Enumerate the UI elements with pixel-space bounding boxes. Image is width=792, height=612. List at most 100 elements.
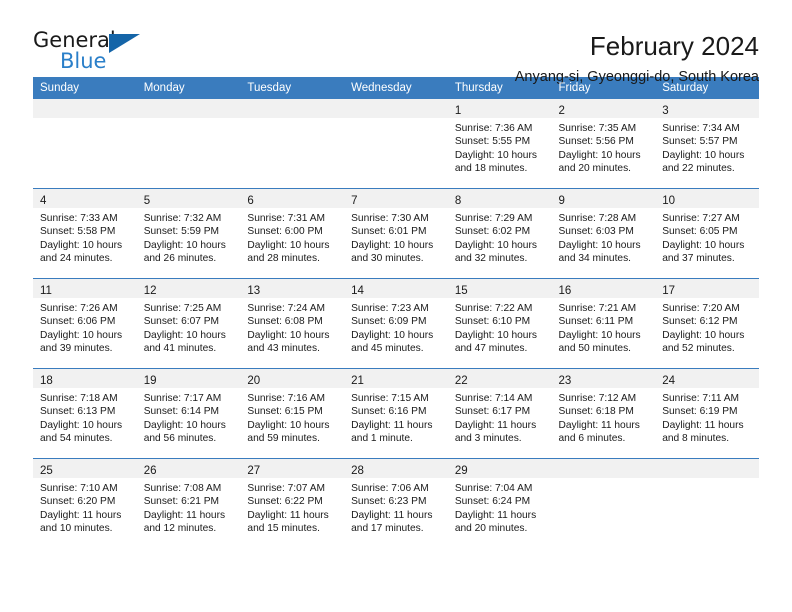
- calendar-day-cell[interactable]: 28 Sunrise: 7:06 AM Sunset: 6:23 PM Dayligh…: [344, 458, 448, 548]
- calendar-day-cell[interactable]: 18 Sunrise: 7:18 AM Sunset: 6:13 PM Dayligh…: [33, 368, 137, 459]
- day-details: Sunrise: 7:06 AM Sunset: 6:23 PM Daylight:…: [344, 478, 448, 536]
- sunrise-time: Sunrise: 7:24 AM: [247, 303, 325, 314]
- sunset-time: Sunset: 6:06 PM: [40, 316, 116, 328]
- calendar-page: General Blue February 2024 Anyang-si, Gy…: [0, 0, 792, 612]
- daylight-duration-line2: and 50 minutes.: [558, 343, 632, 355]
- page-title: February 2024: [589, 31, 759, 61]
- calendar-day-cell[interactable]: 7 Sunrise: 7:30 AM Sunset: 6:01 PM Daylight…: [344, 188, 448, 279]
- day-number: 7: [351, 195, 358, 207]
- brand-logo[interactable]: General Blue: [33, 30, 148, 78]
- daylight-duration-line2: and 54 minutes.: [40, 433, 113, 445]
- daylight-duration-line2: and 47 minutes.: [454, 343, 528, 355]
- calendar-day-cell[interactable]: 13 Sunrise: 7:24 AM Sunset: 6:08 PM Dayligh…: [240, 278, 345, 369]
- day-number: 12: [143, 285, 157, 297]
- calendar-day-cell[interactable]: 22 Sunrise: 7:14 AM Sunset: 6:17 PM Dayligh…: [447, 368, 552, 459]
- sunrise-time: Sunrise: 7:21 AM: [558, 303, 637, 314]
- calendar-day-cell[interactable]: 27 Sunrise: 7:07 AM Sunset: 6:22 PM Dayligh…: [240, 458, 345, 548]
- day-details: Sunrise: 7:36 AM Sunset: 5:55 PM Daylight:…: [448, 118, 552, 176]
- calendar-week-row: 25 Sunrise: 7:10 AM Sunset: 6:20 PM Dayligh…: [33, 458, 759, 548]
- day-details: Sunrise: 7:18 AM Sunset: 6:13 PM Daylight:…: [33, 388, 137, 446]
- sunrise-time: Sunrise: 7:25 AM: [143, 303, 222, 314]
- daylight-duration-line2: and 20 minutes.: [454, 523, 528, 535]
- sunset-time: Sunset: 6:08 PM: [247, 316, 323, 328]
- calendar-day-cell[interactable]: 11 Sunrise: 7:26 AM Sunset: 6:06 PM Dayligh…: [33, 278, 137, 369]
- daylight-duration-line1: Daylight: 10 hours: [558, 149, 641, 161]
- daylight-duration-line2: and 28 minutes.: [247, 253, 320, 265]
- day-number-band: 8: [447, 189, 552, 208]
- calendar-day-cell-empty: [344, 99, 448, 189]
- sunrise-time: Sunrise: 7:23 AM: [351, 303, 429, 314]
- daylight-duration-line2: and 41 minutes.: [143, 343, 217, 355]
- brand-name-blue: Blue: [60, 49, 107, 73]
- day-number-band: [344, 99, 448, 118]
- sunrise-time: Sunrise: 7:36 AM: [454, 123, 533, 134]
- calendar-day-cell[interactable]: 1 Sunrise: 7:36 AM Sunset: 5:55 PM Daylight…: [447, 99, 552, 189]
- day-details: Sunrise: 7:04 AM Sunset: 6:24 PM Daylight:…: [448, 478, 552, 536]
- calendar-day-cell[interactable]: 3 Sunrise: 7:34 AM Sunset: 5:57 PM Daylight…: [655, 99, 759, 189]
- calendar-day-cell[interactable]: 4 Sunrise: 7:33 AM Sunset: 5:58 PM Daylight…: [33, 188, 137, 279]
- day-details: Sunrise: 7:24 AM Sunset: 6:08 PM Daylight:…: [240, 298, 344, 356]
- day-number-band: 4: [33, 189, 137, 208]
- sunrise-time: Sunrise: 7:14 AM: [454, 393, 533, 404]
- calendar-day-cell[interactable]: 15 Sunrise: 7:22 AM Sunset: 6:10 PM Dayligh…: [447, 278, 552, 369]
- weekday-header-tuesday: Tuesday: [240, 77, 345, 99]
- calendar-day-cell[interactable]: 8 Sunrise: 7:29 AM Sunset: 6:02 PM Daylight…: [447, 188, 552, 279]
- calendar-day-cell[interactable]: 20 Sunrise: 7:16 AM Sunset: 6:15 PM Dayligh…: [240, 368, 345, 459]
- calendar-day-cell[interactable]: 16 Sunrise: 7:21 AM Sunset: 6:11 PM Dayligh…: [551, 278, 656, 369]
- calendar-day-cell[interactable]: 26 Sunrise: 7:08 AM Sunset: 6:21 PM Dayligh…: [136, 458, 241, 548]
- calendar-day-cell[interactable]: 2 Sunrise: 7:35 AM Sunset: 5:56 PM Daylight…: [551, 99, 656, 189]
- sunrise-time: Sunrise: 7:06 AM: [351, 483, 429, 494]
- sunset-time: Sunset: 6:17 PM: [454, 406, 531, 418]
- calendar-day-cell[interactable]: 5 Sunrise: 7:32 AM Sunset: 5:59 PM Daylight…: [136, 188, 241, 279]
- day-number: 15: [454, 285, 468, 297]
- day-number-band: 13: [240, 279, 345, 298]
- sunrise-time: Sunrise: 7:34 AM: [662, 123, 740, 134]
- day-number-band: 2: [551, 99, 656, 118]
- day-number: 22: [454, 375, 468, 387]
- calendar-day-cell[interactable]: 17 Sunrise: 7:20 AM Sunset: 6:12 PM Dayligh…: [655, 278, 759, 369]
- daylight-duration-line2: and 34 minutes.: [558, 253, 632, 265]
- sunset-time: Sunset: 6:22 PM: [247, 496, 323, 508]
- calendar-day-cell[interactable]: 29 Sunrise: 7:04 AM Sunset: 6:24 PM Dayligh…: [447, 458, 552, 548]
- calendar-day-cell[interactable]: 21 Sunrise: 7:15 AM Sunset: 6:16 PM Dayligh…: [344, 368, 448, 459]
- calendar-body: 1 Sunrise: 7:36 AM Sunset: 5:55 PM Daylight…: [33, 99, 759, 548]
- calendar-day-cell[interactable]: 23 Sunrise: 7:12 AM Sunset: 6:18 PM Dayligh…: [551, 368, 656, 459]
- sunrise-time: Sunrise: 7:11 AM: [662, 393, 740, 404]
- calendar-day-cell[interactable]: 25 Sunrise: 7:10 AM Sunset: 6:20 PM Dayligh…: [33, 458, 137, 548]
- sunset-time: Sunset: 5:58 PM: [40, 226, 116, 238]
- sunrise-time: Sunrise: 7:32 AM: [143, 213, 222, 224]
- day-details: Sunrise: 7:12 AM Sunset: 6:18 PM Daylight:…: [552, 388, 656, 446]
- daylight-duration-line2: and 52 minutes.: [662, 343, 735, 355]
- day-number-band: 21: [344, 369, 448, 388]
- day-details: Sunrise: 7:27 AM Sunset: 6:05 PM Daylight:…: [655, 208, 759, 266]
- day-number-band: 22: [447, 369, 552, 388]
- weekday-header-wednesday: Wednesday: [344, 77, 448, 99]
- daylight-duration-line1: Daylight: 10 hours: [662, 239, 745, 251]
- day-number-band: 16: [551, 279, 656, 298]
- sunset-time: Sunset: 6:11 PM: [558, 316, 634, 328]
- daylight-duration-line2: and 24 minutes.: [40, 253, 113, 265]
- daylight-duration-line2: and 22 minutes.: [662, 163, 735, 175]
- day-number: 2: [558, 105, 565, 117]
- sunset-time: Sunset: 6:20 PM: [40, 496, 116, 508]
- sunset-time: Sunset: 6:00 PM: [247, 226, 323, 238]
- calendar-grid: Sunday Monday Tuesday Wednesday Thursday…: [33, 77, 759, 548]
- daylight-duration-line1: Daylight: 11 hours: [454, 509, 537, 521]
- day-number-band: 10: [655, 189, 759, 208]
- brand-name-general: General: [33, 28, 116, 52]
- calendar-day-cell[interactable]: 24 Sunrise: 7:11 AM Sunset: 6:19 PM Dayligh…: [655, 368, 759, 459]
- daylight-duration-line2: and 17 minutes.: [351, 523, 424, 535]
- daylight-duration-line2: and 56 minutes.: [143, 433, 217, 445]
- daylight-duration-line1: Daylight: 10 hours: [558, 239, 641, 251]
- calendar-day-cell[interactable]: 9 Sunrise: 7:28 AM Sunset: 6:03 PM Daylight…: [551, 188, 656, 279]
- sunset-time: Sunset: 6:23 PM: [351, 496, 427, 508]
- calendar-day-cell[interactable]: 19 Sunrise: 7:17 AM Sunset: 6:14 PM Dayligh…: [136, 368, 241, 459]
- day-details: Sunrise: 7:30 AM Sunset: 6:01 PM Daylight:…: [344, 208, 448, 266]
- day-details: Sunrise: 7:35 AM Sunset: 5:56 PM Daylight:…: [552, 118, 656, 176]
- sunrise-time: Sunrise: 7:18 AM: [40, 393, 118, 404]
- calendar-day-cell[interactable]: 10 Sunrise: 7:27 AM Sunset: 6:05 PM Dayligh…: [655, 188, 759, 279]
- calendar-day-cell[interactable]: 14 Sunrise: 7:23 AM Sunset: 6:09 PM Dayligh…: [344, 278, 448, 369]
- calendar-day-cell[interactable]: 6 Sunrise: 7:31 AM Sunset: 6:00 PM Daylight…: [240, 188, 345, 279]
- sunrise-time: Sunrise: 7:10 AM: [40, 483, 118, 494]
- calendar-day-cell[interactable]: 12 Sunrise: 7:25 AM Sunset: 6:07 PM Dayligh…: [136, 278, 241, 369]
